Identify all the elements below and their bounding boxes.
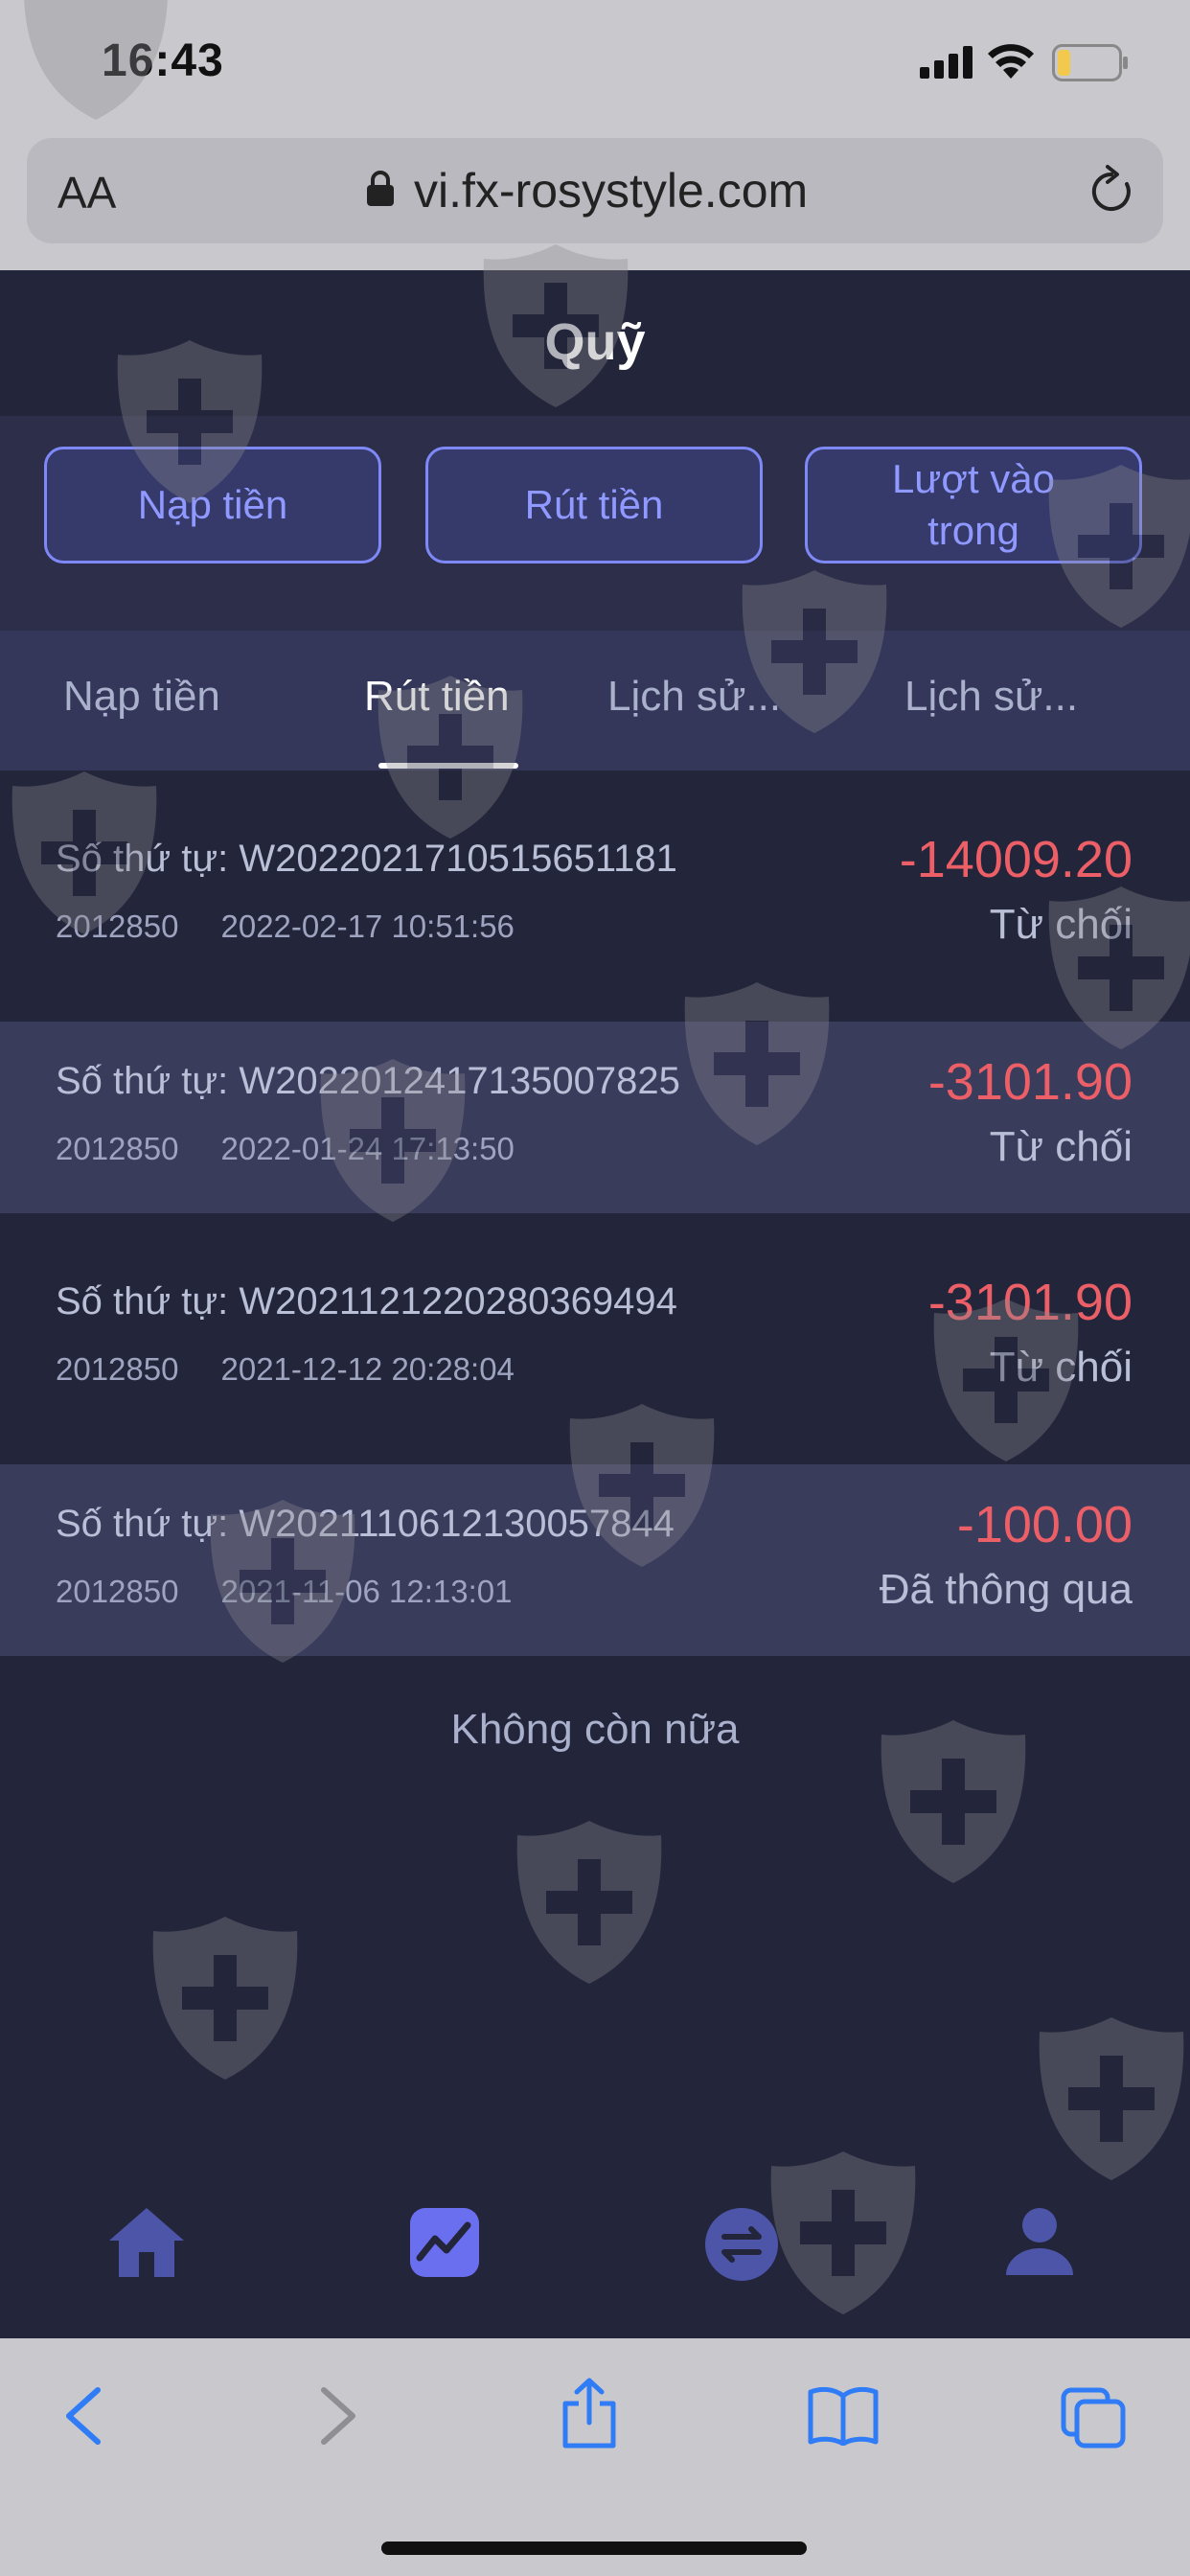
url-field[interactable]: AA vi.fx-rosystyle.com: [27, 138, 1163, 243]
watermark-shield-icon: [516, 1821, 662, 1984]
order-number: Số thứ tự: W2022021710515651181: [56, 838, 677, 880]
url-text: vi.fx-rosystyle.com: [414, 164, 809, 218]
list-item[interactable]: Số thứ tự: W2022021710515651181 2012850 2…: [0, 770, 1190, 1022]
withdrawal-list: Số thứ tự: W2022021710515651181 2012850 2…: [0, 770, 1190, 1656]
tabs-icon[interactable]: [1060, 2386, 1127, 2450]
record-status: Đã thông qua: [879, 1566, 1133, 1613]
transfer-in-button[interactable]: Lượt vào trong: [805, 447, 1142, 564]
battery-icon: [1052, 44, 1128, 81]
status-time: 16:43: [102, 35, 224, 86]
record-amount: -100.00: [956, 1496, 1133, 1553]
status-bar: 16:43: [0, 0, 1190, 132]
record-amount: -3101.90: [927, 1274, 1133, 1331]
order-number: Số thứ tự: W2022012417135007825: [56, 1060, 680, 1102]
cellular-signal-icon: [920, 46, 973, 79]
order-number: Số thứ tự: W2021121220280369494: [56, 1280, 677, 1322]
watermark-shield-icon: [1039, 2017, 1184, 2180]
watermark-shield-icon: [152, 1917, 298, 2080]
list-item[interactable]: Số thứ tự: W2022012417135007825 2012850 2…: [0, 1022, 1190, 1213]
reload-icon[interactable]: [1088, 165, 1136, 217]
lock-icon: [367, 171, 394, 206]
withdraw-button[interactable]: Rút tiền: [425, 447, 763, 564]
record-meta: 2012850 2022-01-24 17:13:50: [56, 1131, 515, 1166]
bookmarks-icon[interactable]: [807, 2386, 880, 2446]
deposit-button[interactable]: Nạp tiền: [44, 447, 381, 564]
record-meta: 2012850 2021-11-06 12:13:01: [56, 1574, 513, 1609]
reader-settings-button[interactable]: AA: [57, 167, 116, 218]
wifi-icon: [988, 44, 1034, 79]
tab-withdraw[interactable]: Rút tiền: [364, 673, 510, 721]
share-icon[interactable]: [560, 2377, 619, 2450]
tab-history-2[interactable]: Lịch sử...: [904, 673, 1078, 721]
tab-history-1[interactable]: Lịch sử...: [607, 673, 781, 721]
browser-toolbar: [0, 2338, 1190, 2576]
home-indicator: [381, 2542, 807, 2555]
action-button-row: Nạp tiền Rút tiền Lượt vào trong: [0, 416, 1190, 631]
page-title: Quỹ: [544, 313, 646, 371]
home-icon[interactable]: [107, 2206, 186, 2279]
chart-icon[interactable]: [408, 2206, 481, 2279]
end-of-list-text: Không còn nữa: [450, 1706, 740, 1753]
bottom-nav: [0, 2185, 1190, 2338]
back-icon[interactable]: [61, 2386, 105, 2446]
active-tab-indicator: [378, 763, 518, 769]
record-amount: -3101.90: [927, 1053, 1133, 1111]
record-status: Từ chối: [989, 1344, 1133, 1391]
order-number: Số thứ tự: W2021110612130057844: [56, 1503, 675, 1545]
record-status: Từ chối: [989, 901, 1133, 948]
page-header: Quỹ: [0, 270, 1190, 416]
list-item[interactable]: Số thứ tự: W2021110612130057844 2012850 2…: [0, 1464, 1190, 1656]
browser-address-bar: AA vi.fx-rosystyle.com: [0, 132, 1190, 270]
tab-deposit[interactable]: Nạp tiền: [63, 673, 220, 721]
user-icon[interactable]: [1004, 2206, 1075, 2277]
tab-bar: Nạp tiền Rút tiền Lịch sử... Lịch sử...: [0, 631, 1190, 770]
record-status: Từ chối: [989, 1123, 1133, 1170]
record-amount: -14009.20: [899, 831, 1133, 888]
forward-icon[interactable]: [316, 2386, 360, 2446]
record-meta: 2012850 2022-02-17 10:51:56: [56, 908, 515, 944]
exchange-icon[interactable]: [703, 2206, 780, 2283]
record-meta: 2012850 2021-12-12 20:28:04: [56, 1351, 515, 1387]
list-item[interactable]: Số thứ tự: W2021121220280369494 2012850 2…: [0, 1213, 1190, 1464]
